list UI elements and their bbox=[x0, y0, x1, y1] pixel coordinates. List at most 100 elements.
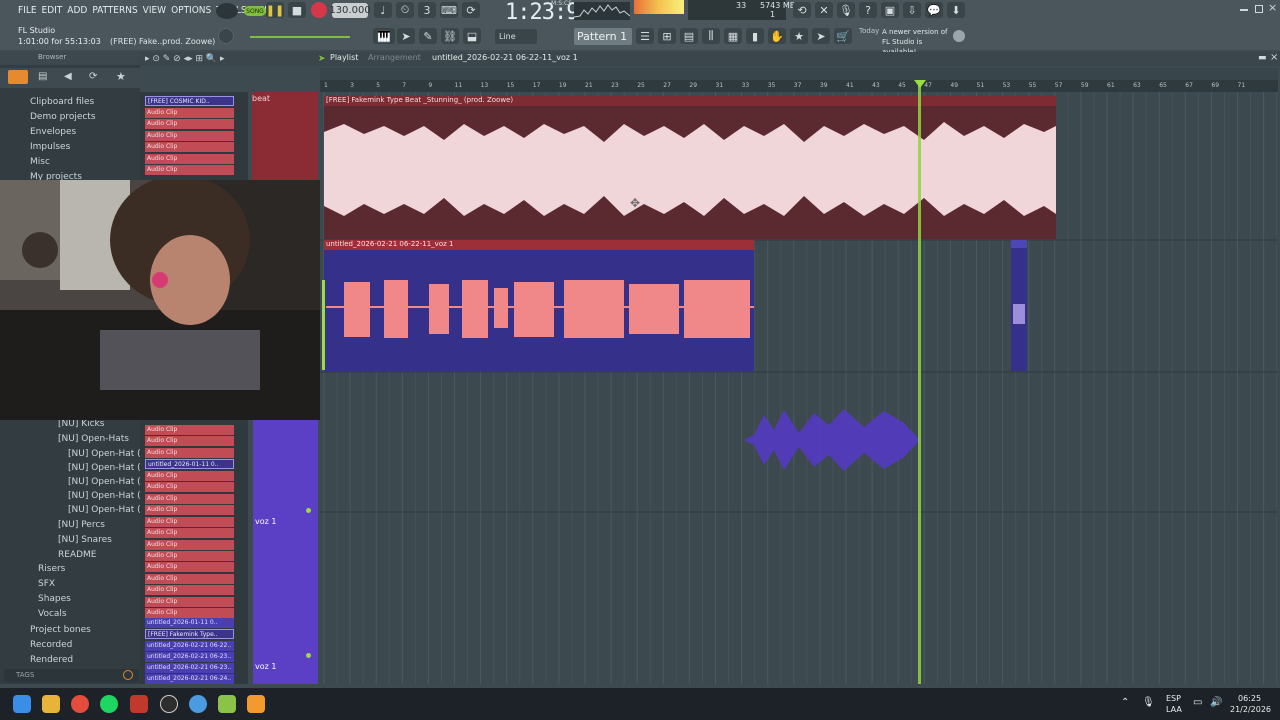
track-active-led-2[interactable] bbox=[306, 653, 311, 658]
browser-item[interactable]: Shapes bbox=[38, 594, 71, 604]
picker-clip[interactable]: Audio Clip bbox=[145, 436, 234, 446]
news-settings-icon[interactable] bbox=[953, 30, 965, 42]
help-icon[interactable]: ? bbox=[859, 2, 877, 18]
tools-icon[interactable]: ✕ bbox=[815, 2, 833, 18]
mic-icon[interactable]: 🎙 bbox=[837, 2, 855, 18]
piano-roll-icon[interactable]: ⊞ bbox=[658, 28, 676, 44]
picker-clip[interactable]: Audio Clip bbox=[145, 551, 234, 561]
browser-refresh-icon[interactable]: ⟳ bbox=[89, 71, 97, 82]
picker-clip[interactable]: Audio Clip bbox=[145, 608, 234, 618]
tags-field[interactable]: TAGS bbox=[4, 669, 139, 682]
picker-clip[interactable]: Audio Clip bbox=[145, 425, 234, 435]
audio-clip-voz[interactable] bbox=[324, 240, 754, 371]
audio-clip-beat[interactable] bbox=[324, 96, 1056, 239]
pat-song-toggle[interactable] bbox=[216, 3, 238, 19]
language-code[interactable]: ESP bbox=[1166, 694, 1181, 703]
picker-clip[interactable]: Audio Clip bbox=[145, 131, 234, 141]
export-icon[interactable]: ⇩ bbox=[903, 2, 921, 18]
audio-clip-small-header[interactable] bbox=[1011, 240, 1027, 248]
browser-favorites-icon[interactable]: ★ bbox=[116, 70, 126, 83]
browser-item[interactable]: [NU] Open-Hat (4) bbox=[68, 491, 150, 501]
master-volume-slider[interactable] bbox=[250, 36, 350, 38]
snap-select[interactable]: Line bbox=[495, 29, 537, 44]
channel-rack-icon[interactable]: ▤ bbox=[680, 28, 698, 44]
step-edit-icon[interactable]: ⌨ bbox=[440, 2, 458, 18]
song-mode-badge[interactable]: SONG bbox=[244, 6, 266, 16]
close-icon[interactable]: × bbox=[1268, 1, 1277, 14]
file-explorer-icon[interactable] bbox=[42, 695, 60, 713]
picker-clip[interactable]: [FREE] COSMIC KID.. bbox=[145, 96, 234, 106]
picker-clip[interactable]: untitled_2026-02-21 06-23.. bbox=[145, 663, 234, 673]
obs-icon[interactable] bbox=[160, 695, 178, 713]
master-pitch-knob[interactable] bbox=[218, 28, 234, 44]
tags-search-icon[interactable] bbox=[123, 670, 133, 680]
track-header-voz[interactable] bbox=[253, 420, 318, 684]
browser-item[interactable]: Rendered bbox=[30, 655, 73, 665]
mixer-icon[interactable]: ⫼ bbox=[702, 28, 720, 44]
clock-time[interactable]: 06:25 bbox=[1238, 694, 1261, 703]
browser-item[interactable]: [NU] Open-Hat (1) bbox=[68, 449, 150, 459]
picker-clip[interactable]: untitled_2026-01-11 0.. bbox=[145, 618, 234, 628]
app-red-icon[interactable] bbox=[130, 695, 148, 713]
playhead[interactable] bbox=[918, 80, 921, 684]
tempo-display[interactable]: 130.000 bbox=[329, 3, 371, 18]
touch-keyboard-icon[interactable]: ✋ bbox=[768, 28, 786, 44]
browser-back-icon[interactable]: ◀ bbox=[64, 71, 72, 82]
picker-clip[interactable]: Audio Clip bbox=[145, 448, 234, 458]
picker-clip[interactable]: Audio Clip bbox=[145, 165, 234, 175]
keyboard-layout[interactable]: LAA bbox=[1166, 705, 1182, 714]
plugin-picker-icon[interactable]: ★ bbox=[790, 28, 808, 44]
plugin-icon[interactable]: ▮ bbox=[746, 28, 764, 44]
menu-item[interactable]: ADD bbox=[67, 5, 87, 16]
picker-clip[interactable]: Audio Clip bbox=[145, 494, 234, 504]
cart-icon[interactable]: 🛒 bbox=[834, 28, 852, 44]
countdown-icon[interactable]: 3 bbox=[418, 2, 436, 18]
picker-clip[interactable]: untitled_2026-02-21 06-24.. bbox=[145, 674, 234, 684]
metronome-icon[interactable]: ♩ bbox=[374, 2, 392, 18]
minimize-icon[interactable] bbox=[1240, 9, 1248, 11]
menu-item[interactable]: VIEW bbox=[143, 5, 166, 16]
download-icon[interactable]: ⬇ bbox=[947, 2, 965, 18]
chrome-2-icon[interactable] bbox=[189, 695, 207, 713]
picker-clip[interactable]: untitled_2026-01-11 0.. bbox=[145, 459, 234, 469]
wait-input-icon[interactable]: ⏲ bbox=[396, 2, 414, 18]
volume-icon[interactable]: 🔊 bbox=[1210, 697, 1222, 708]
time-ruler-top[interactable] bbox=[320, 68, 1278, 80]
picker-clip[interactable]: Audio Clip bbox=[145, 597, 234, 607]
browser-item[interactable]: Impulses bbox=[30, 142, 70, 152]
browser-item[interactable]: Risers bbox=[38, 564, 65, 574]
picker-clip[interactable]: [FREE] Fakemink Type.. bbox=[145, 629, 234, 639]
undo-icon[interactable]: ⟲ bbox=[793, 2, 811, 18]
browser-item[interactable]: Misc bbox=[30, 157, 50, 167]
clock-date[interactable]: 21/2/2026 bbox=[1230, 705, 1271, 714]
playlist-icon[interactable]: ☰ bbox=[636, 28, 654, 44]
browser-item[interactable]: README bbox=[58, 550, 96, 560]
chrome-icon[interactable] bbox=[71, 695, 89, 713]
piano-icon[interactable]: 🎹 bbox=[373, 28, 395, 44]
mic-tray-icon[interactable]: 🎙 bbox=[1142, 697, 1155, 708]
picker-clip[interactable]: Audio Clip bbox=[145, 482, 234, 492]
spotify-icon[interactable] bbox=[100, 695, 118, 713]
pause-icon[interactable]: ❚❚ bbox=[266, 2, 284, 18]
browser-item[interactable]: SFX bbox=[38, 579, 55, 589]
tray-arrow-icon[interactable]: ⌃ bbox=[1121, 697, 1129, 708]
picker-clip[interactable]: Audio Clip bbox=[145, 108, 234, 118]
playlist-minimize-icon[interactable]: ▬ bbox=[1258, 53, 1267, 63]
picker-clip[interactable]: Audio Clip bbox=[145, 562, 234, 572]
link-icon[interactable]: ⛓ bbox=[441, 28, 459, 44]
play-arrow-icon[interactable]: ➤ bbox=[397, 28, 415, 44]
browser-item[interactable]: [NU] Open-Hats bbox=[58, 434, 129, 444]
browser-item[interactable]: [NU] Open-Hat (5) bbox=[68, 505, 150, 515]
menu-item[interactable]: PATTERNS bbox=[92, 5, 137, 16]
maximize-icon[interactable] bbox=[1255, 5, 1263, 13]
browser-item[interactable]: Envelopes bbox=[30, 127, 76, 137]
browser-item[interactable]: Clipboard files bbox=[30, 97, 94, 107]
picker-clip[interactable]: Audio Clip bbox=[145, 119, 234, 129]
save-icon[interactable]: ▣ bbox=[881, 2, 899, 18]
windows-start-icon[interactable] bbox=[13, 695, 31, 713]
menu-item[interactable]: OPTIONS bbox=[171, 5, 211, 16]
browser-item[interactable]: Demo projects bbox=[30, 112, 96, 122]
browser-item[interactable]: [NU] Kicks bbox=[58, 419, 104, 429]
browser-icon[interactable]: ▦ bbox=[724, 28, 742, 44]
browser-item[interactable]: [NU] Open-Hat (3) bbox=[68, 477, 150, 487]
